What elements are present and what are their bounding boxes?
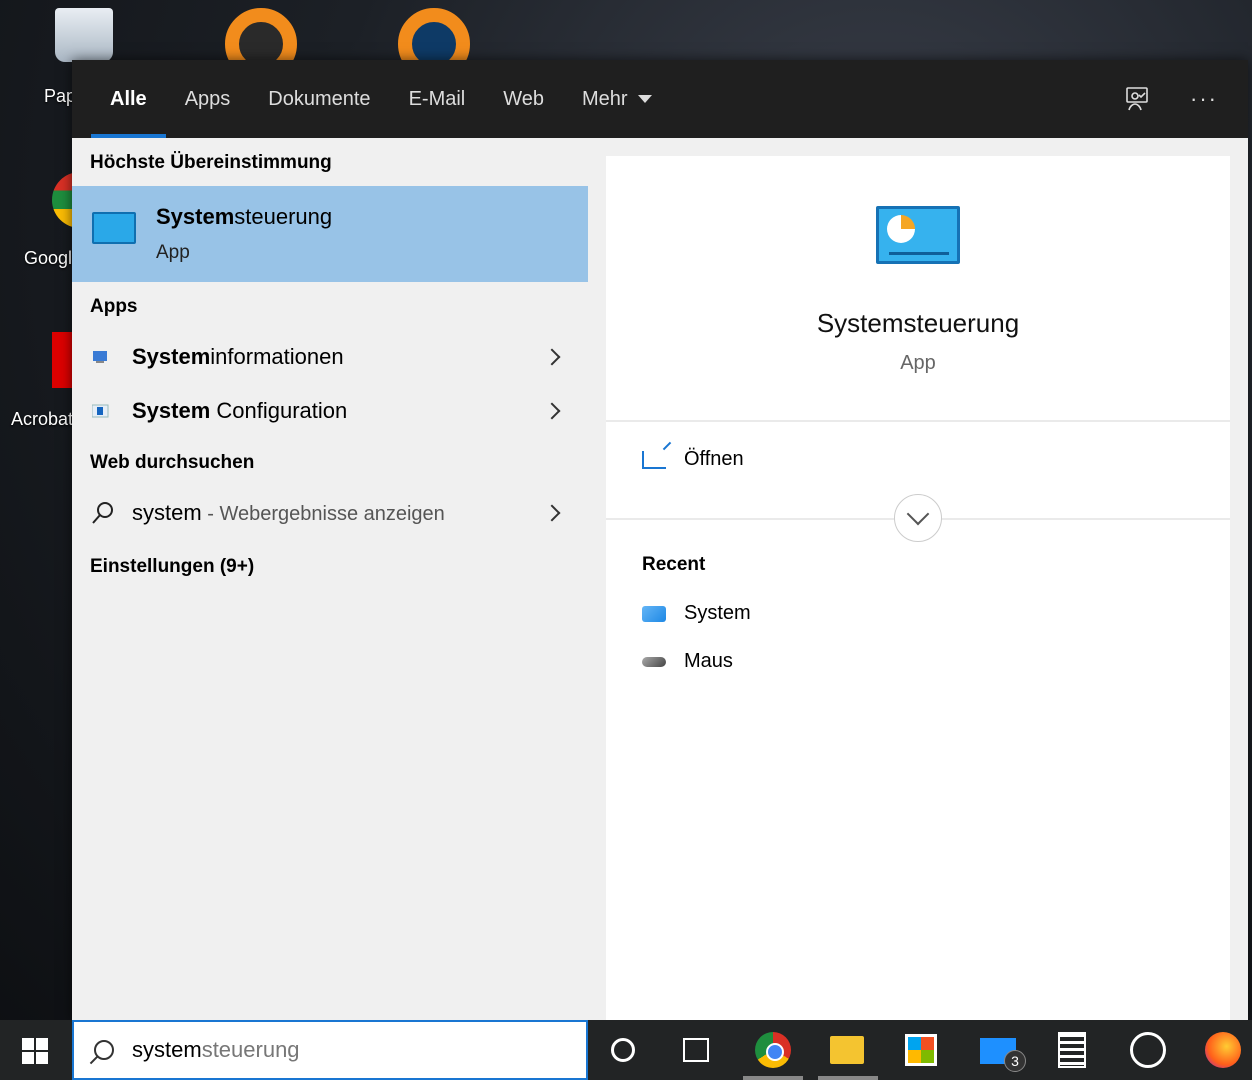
tab-dokumente[interactable]: Dokumente (249, 60, 389, 138)
tab-alle[interactable]: Alle (91, 60, 166, 138)
list-item-systeminformationen[interactable]: Systeminformationen (72, 332, 588, 382)
apps-heading: Apps (90, 296, 138, 317)
search-icon (94, 1040, 114, 1060)
list-item-label: System Configuration (132, 398, 348, 423)
open-button[interactable]: Öffnen (642, 448, 744, 471)
detail-type: App (900, 352, 936, 374)
recent-item-label: Maus (684, 650, 733, 672)
recycle-bin-icon[interactable] (55, 8, 113, 62)
settings-heading[interactable]: Einstellungen (9+) (72, 556, 254, 578)
tab-mehr-label: Mehr (582, 87, 628, 110)
photos-icon[interactable] (1130, 1032, 1166, 1068)
bar-icon (889, 252, 949, 255)
web-search-item[interactable]: system - Webergebnisse anzeigen (72, 488, 588, 538)
chevron-right-icon[interactable] (543, 402, 561, 420)
task-view-icon[interactable] (683, 1038, 709, 1062)
best-match-type: App (156, 242, 190, 263)
chevron-right-icon[interactable] (543, 504, 561, 522)
recent-item-system[interactable]: System (642, 602, 751, 625)
tab-web[interactable]: Web (484, 60, 563, 138)
web-search-heading: Web durchsuchen (90, 452, 255, 473)
tab-mehr[interactable]: Mehr (563, 60, 671, 138)
chevron-down-icon (906, 502, 930, 526)
web-search-label: system - Webergebnisse anzeigen (132, 500, 445, 525)
chrome-icon[interactable] (755, 1032, 791, 1068)
expand-button[interactable] (894, 494, 942, 542)
search-input-text: systemsteuerung (132, 1037, 300, 1062)
divider (606, 420, 1230, 422)
topbar-actions: ··· (1124, 60, 1218, 138)
system-configuration-icon (92, 404, 109, 418)
list-item-label: Systeminformationen (132, 344, 344, 369)
running-indicator (818, 1076, 878, 1080)
feedback-icon[interactable] (1124, 86, 1150, 112)
desktop-label-acrobat: Acrobat (11, 409, 74, 429)
search-icon (92, 502, 113, 524)
detail-pane: Systemsteuerung App Öffnen Recent System… (606, 156, 1230, 1020)
system-information-icon (93, 351, 107, 363)
pie-icon (887, 215, 915, 243)
chevron-right-icon[interactable] (543, 348, 561, 366)
more-options-icon[interactable]: ··· (1190, 86, 1218, 112)
taskbar: systemsteuerung 3 (0, 1020, 1252, 1080)
file-explorer-icon[interactable] (830, 1036, 864, 1064)
search-input[interactable]: systemsteuerung (72, 1020, 588, 1080)
best-match-item[interactable]: Systemsteuerung App (72, 186, 588, 282)
open-label: Öffnen (684, 448, 744, 470)
control-panel-icon (92, 212, 136, 244)
tab-apps[interactable]: Apps (166, 60, 250, 138)
results-pane: Höchste Übereinstimmung Systemsteuerung … (72, 138, 588, 1020)
mail-badge: 3 (1004, 1050, 1026, 1072)
chevron-down-icon (637, 95, 652, 103)
search-topbar: Alle Apps Dokumente E-Mail Web Mehr ··· (72, 60, 1248, 138)
detail-title: Systemsteuerung (816, 308, 1020, 338)
running-indicator (743, 1076, 803, 1080)
cortana-icon[interactable] (611, 1038, 635, 1062)
search-window: Alle Apps Dokumente E-Mail Web Mehr ··· … (72, 60, 1248, 1020)
desktop-label-chrome: Googl (24, 248, 73, 268)
acrobat-shortcut-icon[interactable] (52, 332, 74, 388)
firefox-icon[interactable] (1205, 1032, 1241, 1068)
recent-item-label: System (684, 602, 751, 624)
best-match-name: Systemsteuerung (156, 204, 333, 229)
tab-email[interactable]: E-Mail (390, 60, 485, 138)
open-external-icon (642, 450, 666, 469)
recent-heading: Recent (642, 554, 706, 575)
control-panel-icon (876, 206, 960, 264)
recent-item-maus[interactable]: Maus (642, 650, 733, 673)
list-item-system-configuration[interactable]: System Configuration (72, 386, 588, 436)
store-icon[interactable] (905, 1034, 937, 1066)
mouse-icon (642, 656, 666, 667)
system-icon (642, 605, 666, 622)
windows-start-icon[interactable] (22, 1038, 48, 1064)
calculator-icon[interactable] (1058, 1032, 1086, 1068)
best-match-heading: Höchste Übereinstimmung (90, 152, 332, 173)
